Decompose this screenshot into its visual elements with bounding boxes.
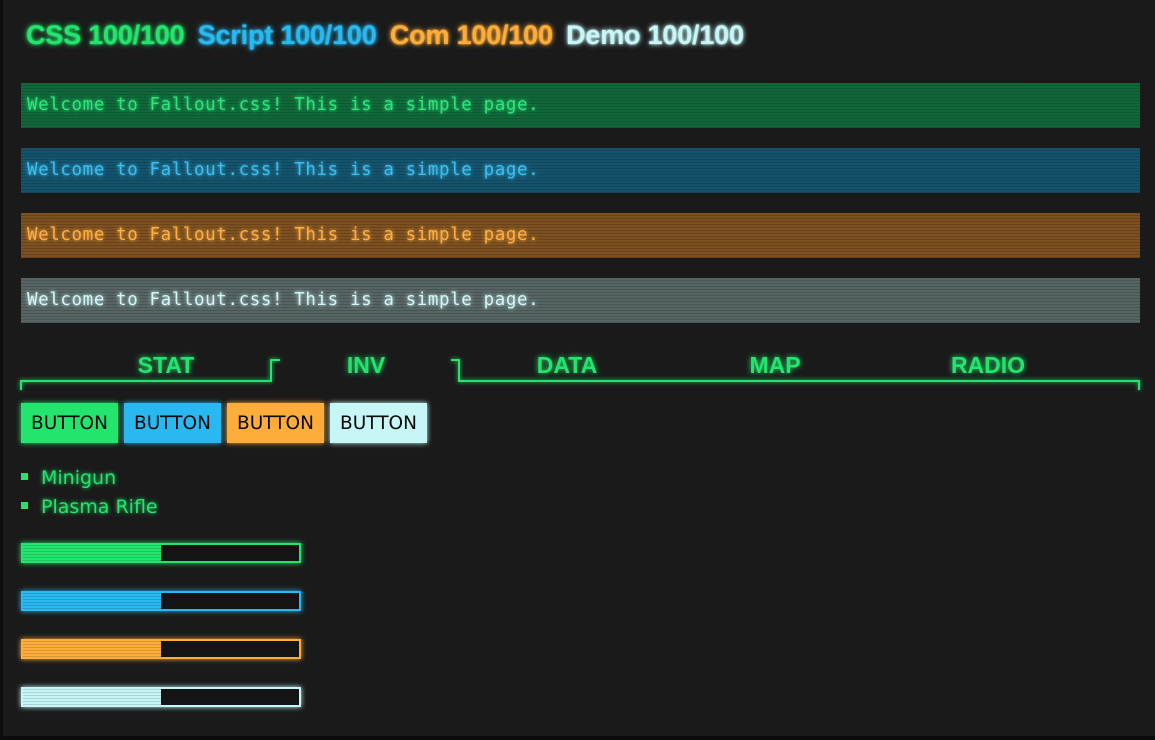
tab-data[interactable]: DATA bbox=[537, 349, 597, 381]
list-item-label: Plasma Rifle bbox=[41, 496, 158, 518]
progress-bar-white bbox=[21, 687, 301, 707]
progress-fill bbox=[23, 545, 161, 561]
button-blue[interactable]: BUTTON bbox=[124, 403, 221, 443]
progress-fill bbox=[23, 641, 161, 657]
progress-bar-green bbox=[21, 543, 301, 563]
list-item-label: Minigun bbox=[41, 467, 117, 489]
square-bullet-icon bbox=[21, 473, 28, 480]
tab-bracket-line bbox=[20, 359, 1140, 390]
button-amber[interactable]: BUTTON bbox=[227, 403, 324, 443]
list-item: Minigun bbox=[21, 464, 116, 492]
progress-bar-amber bbox=[21, 639, 301, 659]
progress-fill bbox=[23, 593, 161, 609]
tab-map[interactable]: MAP bbox=[749, 349, 800, 381]
tab-inv[interactable]: INV bbox=[347, 349, 385, 381]
button-green[interactable]: BUTTON bbox=[21, 403, 118, 443]
progress-fill bbox=[23, 689, 161, 705]
tab-stat[interactable]: STAT bbox=[138, 349, 195, 381]
button-white[interactable]: BUTTON bbox=[330, 403, 427, 443]
square-bullet-icon bbox=[21, 502, 28, 509]
tab-radio[interactable]: RADIO bbox=[951, 349, 1025, 381]
progress-bar-blue bbox=[21, 591, 301, 611]
list-item: Plasma Rifle bbox=[21, 493, 158, 521]
